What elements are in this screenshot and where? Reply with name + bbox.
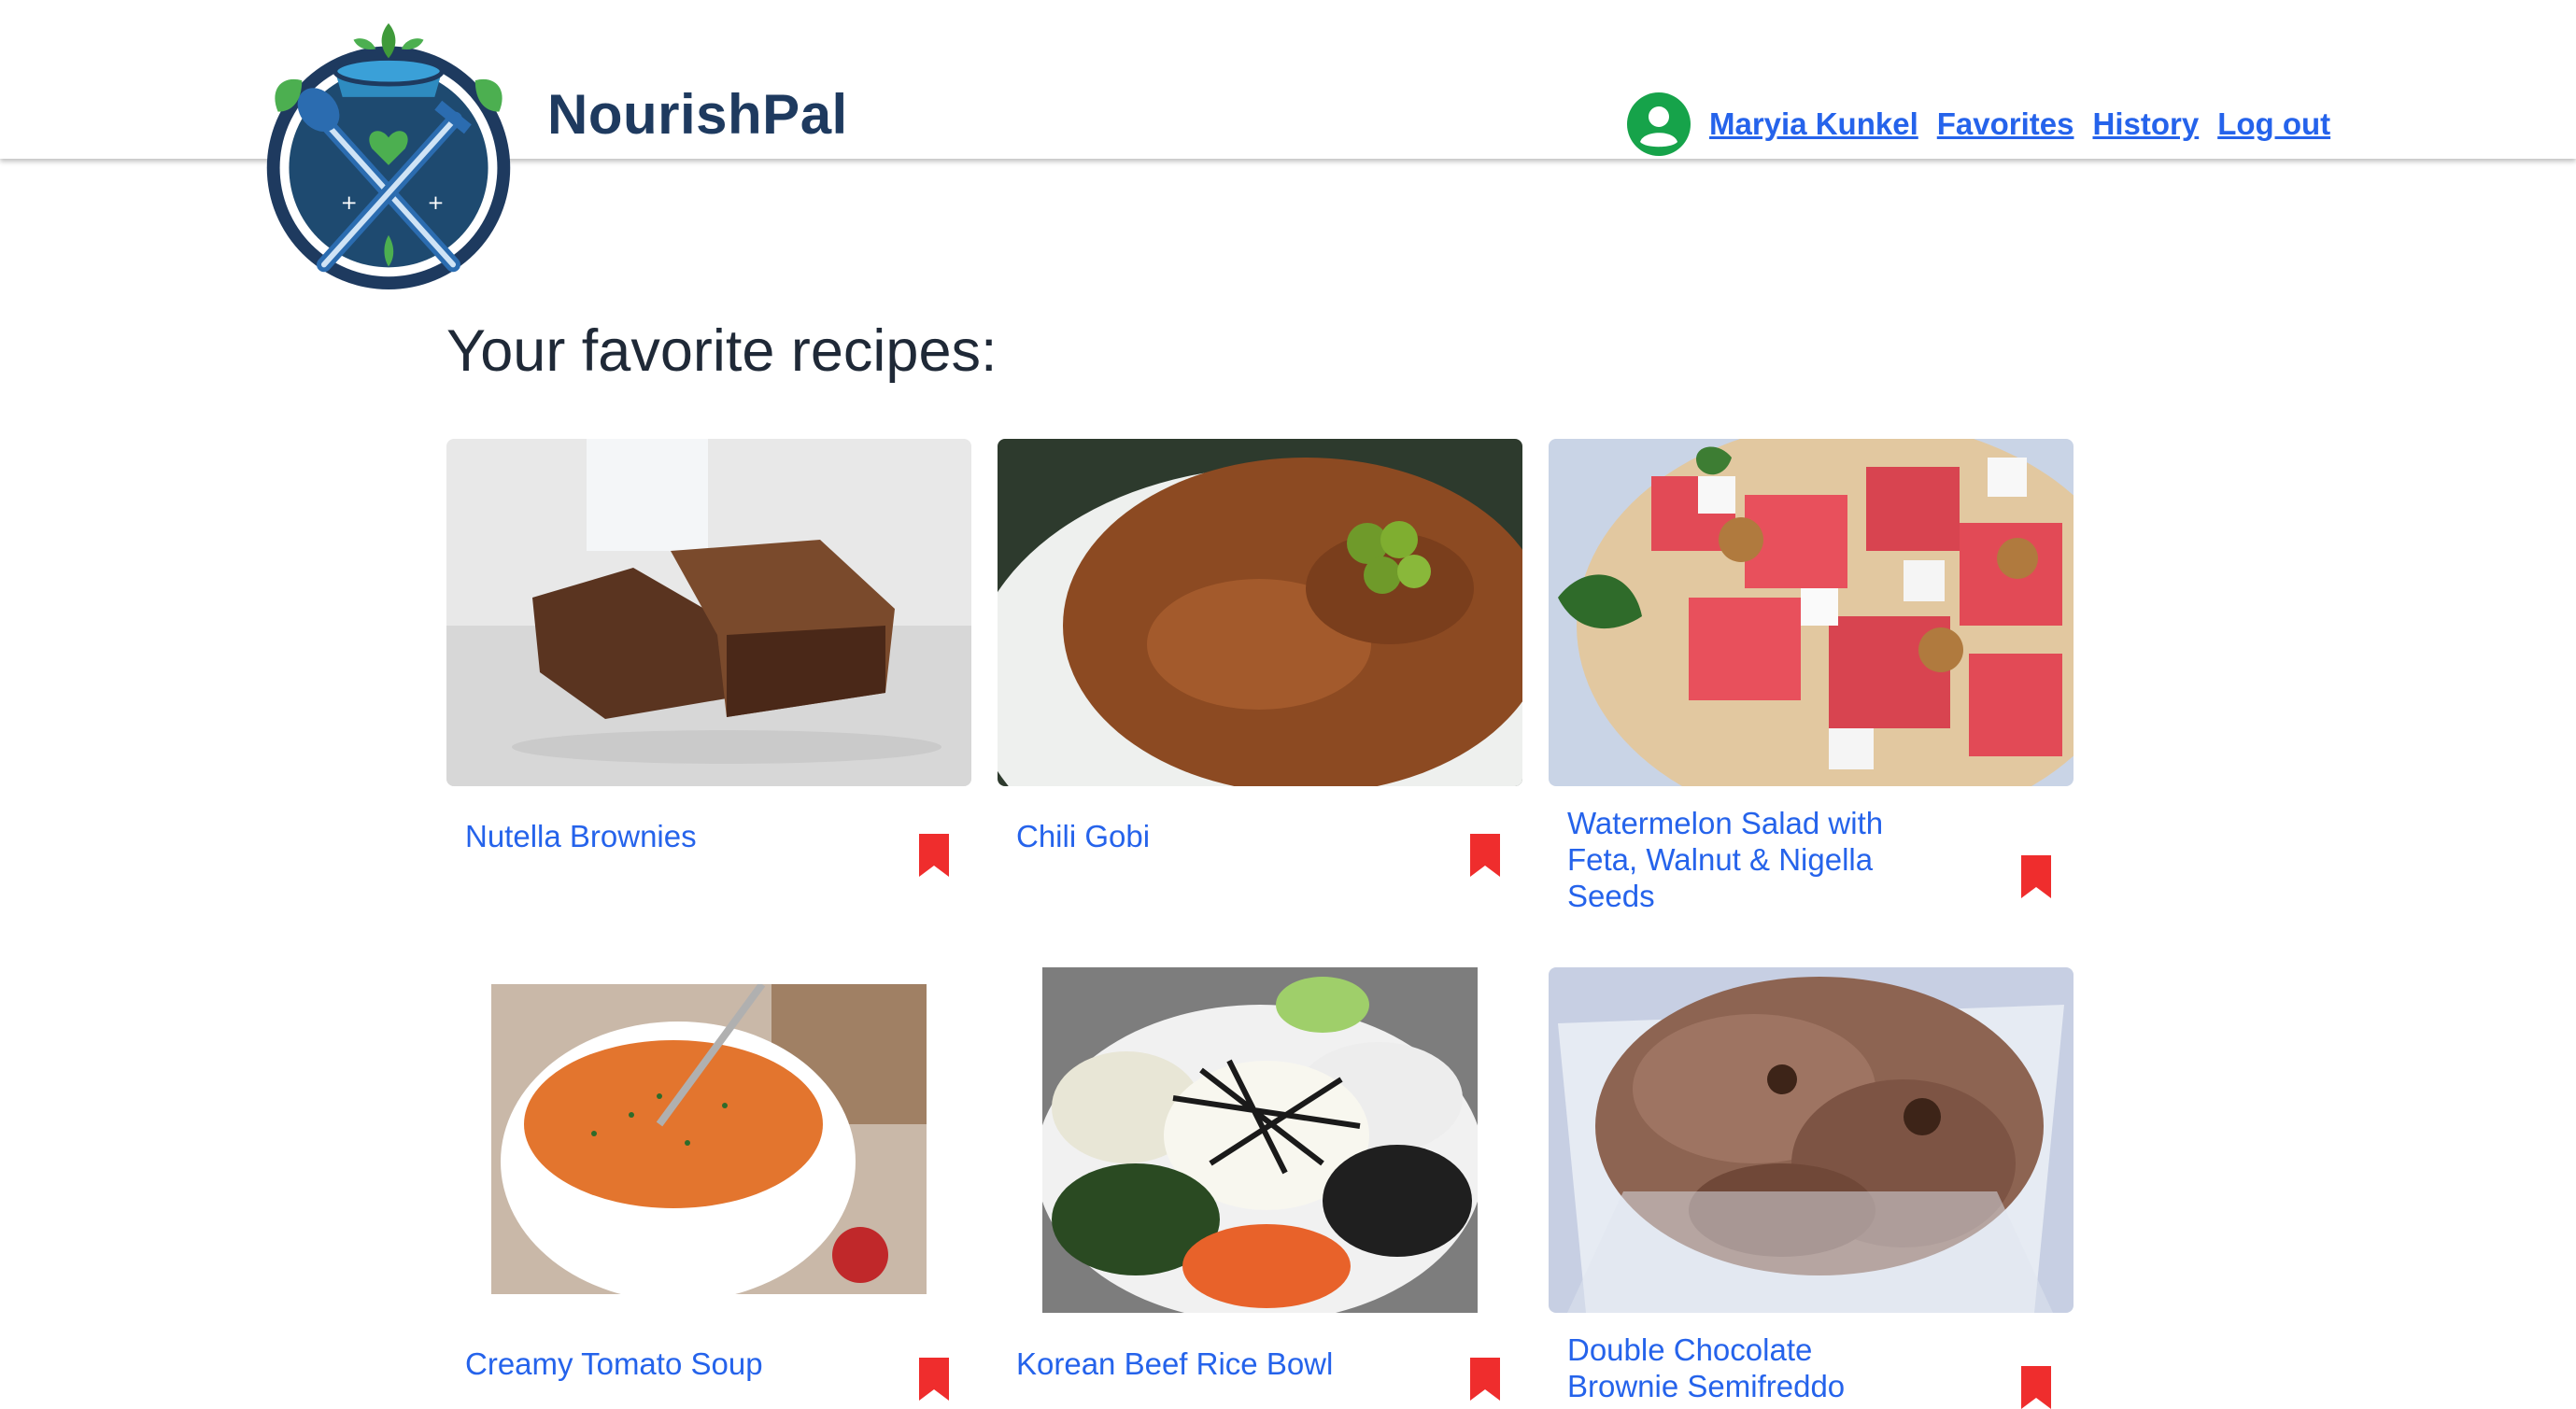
logo-emblem-icon: + + (266, 22, 511, 290)
bookmark-icon[interactable] (1470, 1358, 1500, 1401)
bibimbap-photo (1042, 967, 1478, 1313)
brand-name[interactable]: NourishPal (547, 82, 848, 147)
recipe-title[interactable]: Creamy Tomato Soup (465, 1346, 820, 1382)
tomato-soup-photo (491, 984, 927, 1294)
nav-logout-link[interactable]: Log out (2217, 106, 2330, 142)
recipe-card: Watermelon Salad with Feta, Walnut & Nig… (1549, 439, 2074, 924)
recipe-title[interactable]: Watermelon Salad with Feta, Walnut & Nig… (1567, 805, 1922, 914)
svg-text:+: + (427, 191, 444, 215)
recipe-card: Double Chocolate Brownie Semifreddo (1549, 967, 2074, 1409)
recipe-image[interactable] (998, 439, 1522, 786)
svg-text:+: + (341, 191, 358, 215)
recipe-title[interactable]: Chili Gobi (1016, 818, 1371, 854)
chili-gobi-photo (998, 439, 1522, 786)
nav-user-link[interactable]: Maryia Kunkel (1709, 106, 1918, 142)
semifreddo-photo (1549, 967, 2074, 1313)
bookmark-icon[interactable] (919, 834, 949, 877)
watermelon-salad-photo (1549, 439, 2074, 786)
recipe-title[interactable]: Korean Beef Rice Bowl (1016, 1346, 1371, 1382)
nav-favorites-link[interactable]: Favorites (1937, 106, 2074, 142)
recipe-image[interactable] (1042, 967, 1478, 1313)
recipe-image[interactable] (1549, 439, 2074, 786)
bookmark-icon[interactable] (1470, 834, 1500, 877)
main-nav: Maryia Kunkel Favorites History Log out (1627, 92, 2349, 157)
nav-history-link[interactable]: History (2092, 106, 2199, 142)
recipe-image[interactable] (1549, 967, 2074, 1313)
brownie-photo (446, 439, 971, 786)
bookmark-icon[interactable] (2021, 855, 2051, 898)
nourishpal-logo[interactable]: + + (250, 13, 527, 295)
user-circle-icon[interactable] (1627, 92, 1691, 156)
bookmark-icon[interactable] (2021, 1366, 2051, 1409)
bookmark-icon[interactable] (919, 1358, 949, 1401)
recipe-image[interactable] (491, 984, 927, 1294)
recipe-card: Korean Beef Rice Bowl (998, 967, 1522, 1404)
recipe-title[interactable]: Nutella Brownies (465, 818, 820, 854)
page-title: Your favorite recipes: (446, 318, 998, 384)
recipe-title[interactable]: Double Chocolate Brownie Semifreddo (1567, 1332, 1922, 1404)
recipe-card: Nutella Brownies (446, 439, 971, 906)
recipe-image[interactable] (446, 439, 971, 786)
recipe-card: Chili Gobi (998, 439, 1522, 906)
recipe-card: Creamy Tomato Soup (446, 967, 971, 1404)
